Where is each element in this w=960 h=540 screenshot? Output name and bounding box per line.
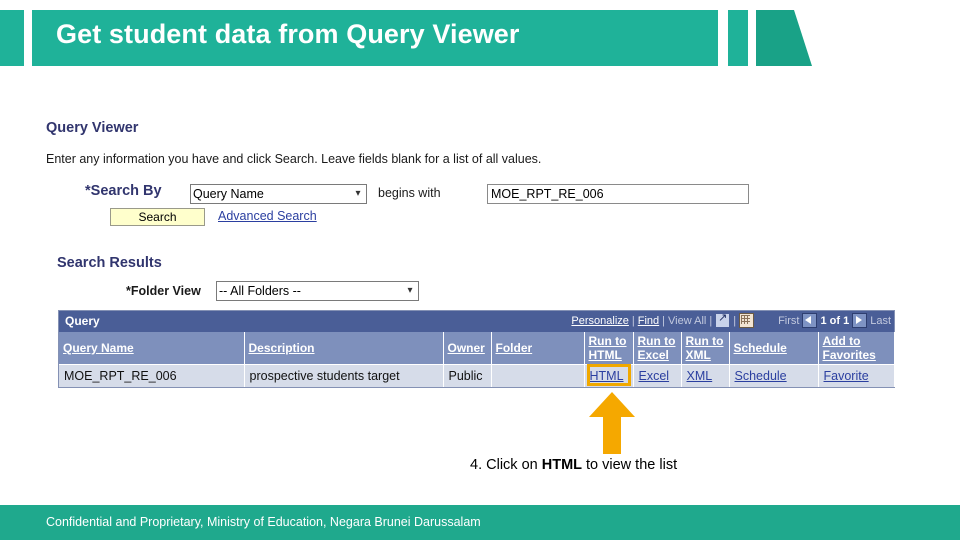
- view-all-link[interactable]: View All: [668, 315, 706, 327]
- folder-view-selected-value: -- All Folders --: [219, 284, 301, 298]
- column-header-description[interactable]: Description: [244, 332, 444, 365]
- search-by-dropdown[interactable]: Query Name ▾: [190, 184, 367, 204]
- slide-footer-bar: Confidential and Proprietary, Ministry o…: [0, 505, 960, 540]
- header-accent-trapezoid: [756, 10, 812, 66]
- prev-arrow-icon[interactable]: [802, 313, 818, 328]
- callout-caption: 4. Click on HTML to view the list: [470, 457, 677, 473]
- next-arrow-icon[interactable]: [852, 313, 868, 328]
- folder-view-dropdown[interactable]: -- All Folders -- ▾: [216, 281, 419, 301]
- column-header-run-to-xml[interactable]: Run to XML: [681, 332, 730, 365]
- search-by-selected-value: Query Name: [193, 187, 264, 201]
- search-results-heading: Search Results: [57, 255, 162, 271]
- slide-title: Get student data from Query Viewer: [56, 19, 520, 49]
- grid-toolbar: Personalize | Find | View All | | First …: [571, 311, 891, 328]
- find-link[interactable]: Find: [638, 315, 659, 327]
- header-accent-block-left: [0, 10, 24, 66]
- callout-arrow-up-icon: [589, 392, 635, 454]
- grid-title-bar: Query Personalize | Find | View All | | …: [59, 311, 894, 332]
- cell-run-to-xml: XML: [681, 364, 730, 387]
- cell-run-to-html: HTML: [584, 364, 634, 387]
- advanced-search-link[interactable]: Advanced Search: [218, 209, 317, 223]
- query-name-input[interactable]: [487, 184, 749, 204]
- page-indicator: 1 of 1: [820, 314, 850, 327]
- cell-run-to-excel: Excel: [633, 364, 682, 387]
- expand-icon[interactable]: [715, 311, 731, 328]
- callout-caption-prefix: 4. Click on: [470, 457, 542, 473]
- grid-title-label: Query: [65, 314, 100, 328]
- first-page-label[interactable]: First: [778, 315, 799, 327]
- column-header-run-to-excel[interactable]: Run to Excel: [633, 332, 682, 365]
- callout-caption-suffix: to view the list: [582, 457, 678, 473]
- schedule-link[interactable]: Schedule: [735, 369, 787, 383]
- cell-description: prospective students target: [244, 364, 444, 387]
- run-to-xml-link[interactable]: XML: [687, 369, 713, 383]
- table-header-row: Query Name Description Owner Folder Run …: [59, 332, 895, 365]
- cell-folder: [491, 364, 585, 387]
- query-viewer-screenshot: Query Viewer Enter any information you h…: [0, 72, 960, 502]
- toolbar-separator: |: [733, 314, 737, 327]
- query-results-grid: Query Personalize | Find | View All | | …: [58, 310, 895, 388]
- column-header-run-to-html[interactable]: Run to HTML: [584, 332, 634, 365]
- last-page-label[interactable]: Last: [870, 315, 891, 327]
- slide-header-banner: Get student data from Query Viewer: [0, 0, 960, 72]
- column-header-query-name[interactable]: Query Name: [59, 332, 245, 365]
- search-button[interactable]: Search: [110, 208, 205, 226]
- toolbar-separator: |: [631, 314, 635, 327]
- run-to-html-link[interactable]: HTML: [590, 369, 624, 383]
- column-header-folder[interactable]: Folder: [491, 332, 585, 365]
- cell-owner: Public: [443, 364, 492, 387]
- column-header-owner[interactable]: Owner: [443, 332, 492, 365]
- page-title: Query Viewer: [46, 120, 139, 136]
- column-header-schedule[interactable]: Schedule: [729, 332, 819, 365]
- run-to-excel-link[interactable]: Excel: [639, 369, 670, 383]
- search-by-label: *Search By: [85, 183, 162, 199]
- chevron-down-icon: ▾: [407, 285, 413, 296]
- folder-view-label: *Folder View: [126, 284, 201, 298]
- table-row: MOE_RPT_RE_006 prospective students targ…: [59, 364, 895, 387]
- callout-caption-bold: HTML: [541, 457, 582, 473]
- cell-schedule: Schedule: [729, 364, 819, 387]
- download-grid-icon[interactable]: [739, 313, 755, 328]
- instruction-text: Enter any information you have and click…: [46, 152, 542, 166]
- column-header-add-to-favorites[interactable]: Add to Favorites: [818, 332, 895, 365]
- toolbar-separator: |: [662, 314, 666, 327]
- header-accent-block-thin: [728, 10, 748, 66]
- personalize-link[interactable]: Personalize: [571, 315, 628, 327]
- cell-query-name: MOE_RPT_RE_006: [59, 364, 245, 387]
- favorite-link[interactable]: Favorite: [824, 369, 869, 383]
- results-table: Query Name Description Owner Folder Run …: [59, 332, 895, 387]
- cell-favorite: Favorite: [818, 364, 895, 387]
- toolbar-separator: |: [709, 314, 713, 327]
- operator-label: begins with: [378, 186, 441, 200]
- chevron-down-icon: ▾: [355, 188, 361, 199]
- footer-confidentiality-text: Confidential and Proprietary, Ministry o…: [46, 515, 481, 529]
